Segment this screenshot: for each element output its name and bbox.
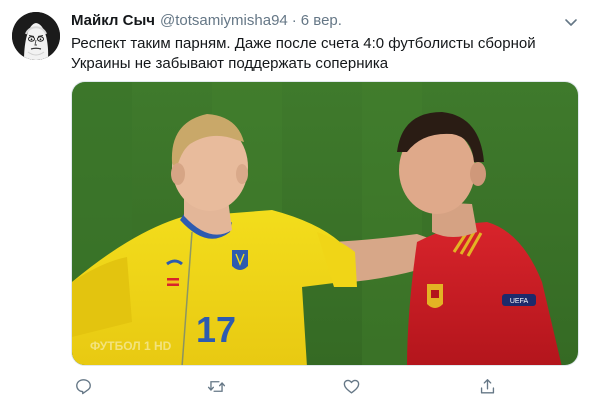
football-photo: 17 UEFA ФУТБОЛ 1 HD [72,82,578,365]
tweet-text: Респект таким парням. Даже после счета 4… [71,34,571,74]
tweet-timestamp[interactable]: 6 вер. [301,12,342,29]
chevron-down-icon[interactable] [561,12,581,32]
meme-face-icon [12,12,60,60]
author-handle[interactable]: @totsamiymisha94 [160,12,288,29]
sleeve-badge: UEFA [510,298,529,305]
heart-icon[interactable] [339,374,363,398]
shirt-number: 17 [196,309,236,350]
avatar[interactable] [12,12,60,60]
header-separator: · [291,12,297,29]
tv-watermark: ФУТБОЛ 1 HD [90,339,172,353]
tweet-actions [71,374,591,398]
reply-icon[interactable] [71,374,95,398]
tweet-header: Майкл Сыч @totsamiymisha94 · 6 вер. [71,12,342,32]
share-icon[interactable] [475,374,499,398]
tweet[interactable]: Майкл Сыч @totsamiymisha94 · 6 вер. Респ… [0,0,593,402]
retweet-icon[interactable] [204,374,228,398]
tweet-text-line: Респект таким парням. Даже после счета 4… [71,35,536,52]
tweet-media-photo[interactable]: 17 UEFA ФУТБОЛ 1 HD [71,81,579,366]
author-display-name[interactable]: Майкл Сыч [71,12,155,29]
tweet-text-line: Украины не забывают поддержать соперника [71,55,389,72]
